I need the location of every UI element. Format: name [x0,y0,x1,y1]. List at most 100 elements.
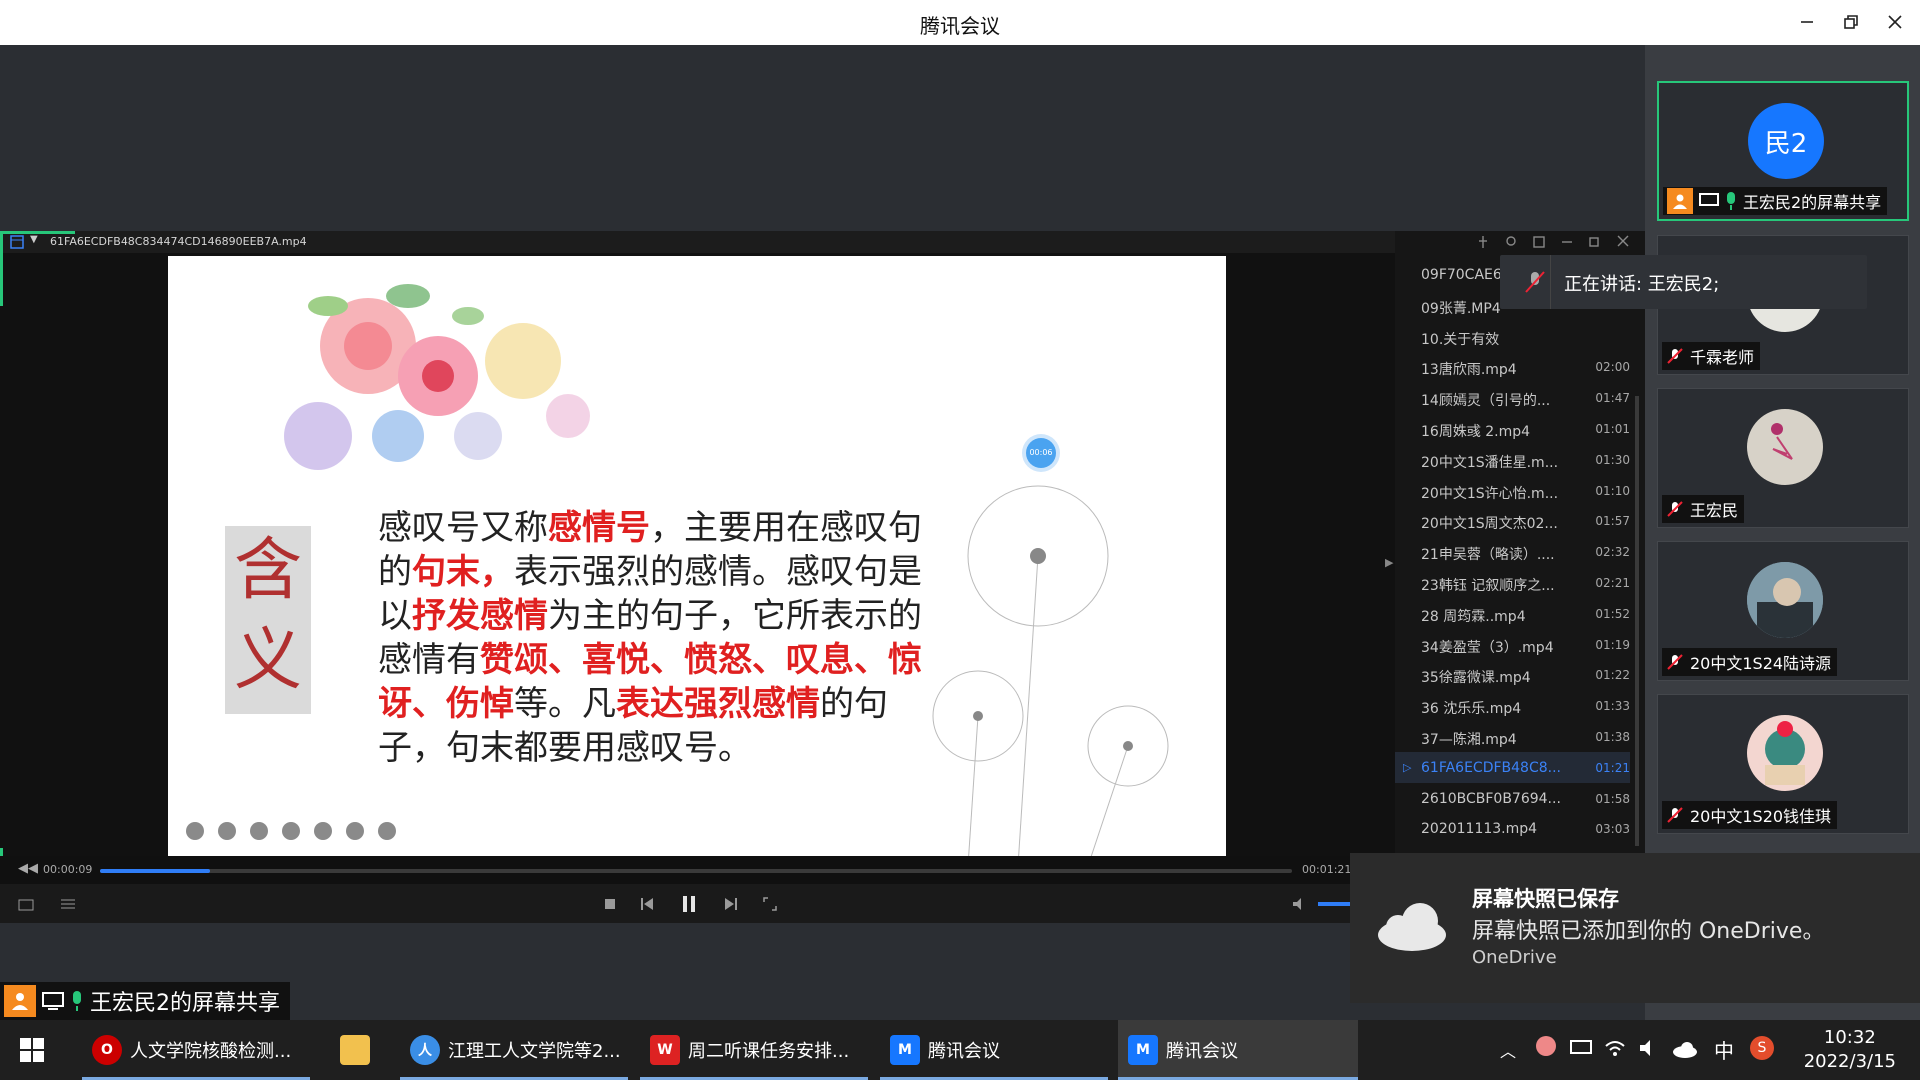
location-icon[interactable] [1505,235,1517,249]
participant-tile[interactable]: 民2 王宏民2的屏幕共享 [1657,81,1909,221]
player-top-bar: ▼ 61FA6ECDFB48C834474CD146890EEB7A.mp4 [0,231,1395,253]
slide-prev-icon[interactable] [186,822,204,840]
subtitle-icon[interactable] [346,822,364,840]
playlist-item-duration: 02:21 [1595,576,1630,590]
window-icon[interactable] [1533,235,1545,249]
mic-off-icon [1667,501,1683,517]
pen-icon[interactable] [250,822,268,840]
playlist-item-duration: 02:00 [1595,360,1630,375]
playlist-item[interactable]: 34姜盈莹（3）.mp4 01:19 [1395,629,1630,660]
previous-button[interactable] [637,894,657,914]
playlist-item[interactable]: 10.关于有效 [1395,321,1630,352]
playlist-scrollbar[interactable] [1635,396,1639,846]
playlist-item[interactable]: ▷ 61FA6ECDFB48C8... 01:21 [1395,751,1630,783]
playlist-item-duration: 02:32 [1595,545,1630,560]
folder-icon[interactable] [16,894,36,914]
timer-badge[interactable]: 00:06 [1026,438,1056,468]
playlist-item[interactable]: 20中文1S周文杰02... 01:57 [1395,505,1630,536]
playlist-item[interactable]: 36 沈乐乐.mp4 01:33 [1395,690,1630,721]
mic-on-icon [73,991,81,1011]
clock[interactable]: 10:32 2022/3/15 [1804,1026,1896,1074]
playlist-item-name: 28 周筠霖..mp4 [1421,608,1526,625]
playlist-item[interactable]: 20中文1S许心怡.m... 01:10 [1395,475,1630,506]
slide-text-segment: 等。凡 [514,684,616,724]
playlist-item[interactable]: 28 周筠霖..mp4 01:52 [1395,598,1630,629]
restore-button[interactable] [1836,8,1866,36]
next-button[interactable] [721,894,741,914]
taskbar-item-explorer[interactable] [330,1020,390,1080]
playlist-item[interactable]: 13唐欣雨.mp4 02:00 [1395,351,1630,382]
zoom-icon[interactable] [282,822,300,840]
playlist-item-name: 20中文1S周文杰02... [1421,516,1558,533]
chevron-up-icon[interactable]: ︿ [1500,1038,1516,1062]
playlist-item[interactable]: 14顾嫣灵（引号的... 01:47 [1395,382,1630,413]
player-restore-icon[interactable] [1589,235,1601,249]
playlist-top-bar [1395,231,1645,253]
person-icon [4,985,36,1017]
mic-off-icon [1667,654,1683,670]
fullscreen-button[interactable] [760,894,780,914]
taskbar-item-wps[interactable]: W 周二听课任务安排... [640,1020,868,1080]
taskbar-item-meeting-1[interactable]: M 腾讯会议 [880,1020,1108,1080]
progress-row: ◀◀ 00:00:09 00:01:21 ▶▶ [0,856,1395,884]
playlist-item[interactable]: 16周姝彧 2.mp4 01:01 [1395,413,1630,444]
playlist-item[interactable]: 21申吴蓉（略读）.... 02:32 [1395,536,1630,567]
progress-fill [100,869,210,873]
slide-next-icon[interactable] [218,822,236,840]
playlist-item[interactable]: 202011113.mp4 03:03 [1395,813,1630,844]
app-tray-icon[interactable] [1536,1036,1556,1056]
close-button[interactable] [1880,8,1910,36]
total-time: 00:01:21 [1302,863,1352,876]
playlist-item-duration: 03:03 [1595,822,1630,837]
tencent-meeting-icon: M [890,1035,920,1065]
playlist-item-name: 21申吴蓉（略读）.... [1421,547,1555,564]
progress-bar[interactable] [100,869,1292,873]
playlist-item-duration: 01:58 [1595,791,1630,806]
settings-icon[interactable] [58,894,78,914]
playlist-item-name: 16周姝彧 2.mp4 [1421,424,1531,440]
playlist-item[interactable]: 20中文1S潘佳星.m... 01:30 [1395,444,1630,475]
minimize-button[interactable] [1792,8,1822,36]
volume-icon[interactable] [1638,1038,1660,1058]
more-icon[interactable] [378,822,396,840]
playlist-item[interactable]: 23韩钰 记叙顺序之... 02:21 [1395,567,1630,598]
player-minimize-icon[interactable] [1561,235,1573,249]
slide-text-segment: 抒发感情 [412,596,548,636]
playlist-item[interactable]: 37—陈湘.mp4 01:38 [1395,721,1630,752]
person-icon [1667,188,1693,214]
chevron-down-icon[interactable]: ▼ [30,234,38,245]
speaking-text: 正在讲话: 王宏民2; [1564,274,1720,295]
video-frame[interactable]: 含 义 感叹号又称感情号，主要用在感叹句的句末，表示强烈的感情。感叹句是以抒发感… [168,256,1226,856]
player-close-icon[interactable] [1617,235,1629,249]
taskbar-item-meeting-2[interactable]: M 腾讯会议 [1118,1020,1358,1080]
taskbar-item-browser[interactable]: O 人文学院核酸检测... [82,1020,310,1080]
participant-tile[interactable]: 20中文1S20钱佳琪 [1657,694,1909,834]
taskbar-item-contacts[interactable]: 人 江理工人文学院等2... [400,1020,628,1080]
wifi-icon[interactable] [1604,1038,1626,1058]
playlist-item-name: 36 沈乐乐.mp4 [1421,701,1522,718]
pause-button[interactable] [679,894,699,914]
participant-tile[interactable]: 王宏民 [1657,388,1909,528]
battery-icon[interactable] [1570,1040,1592,1054]
playlist-item[interactable]: 2610BCBF0B7694... 01:58 [1395,783,1630,814]
collapse-arrow-icon[interactable]: ▶ [1385,556,1393,569]
playlist-item-duration: 01:47 [1595,391,1630,406]
playlist-item-name: 61FA6ECDFB48C8... [1421,759,1561,776]
mic-off-icon [1667,348,1683,364]
playlist-item[interactable]: 35徐露微课.mp4 01:22 [1395,659,1630,690]
sogou-icon[interactable]: S [1750,1036,1774,1060]
slide-text-segment: 句末， [412,552,514,592]
volume-icon[interactable] [1290,894,1310,914]
window-title: 腾讯会议 [920,14,1000,38]
participant-tile[interactable]: 20中文1S24陆诗源 [1657,541,1909,681]
camera-icon[interactable] [314,822,332,840]
pin-icon[interactable] [1477,235,1489,249]
playlist-menu-icon[interactable] [10,235,24,249]
ime-indicator[interactable]: 中 [1714,1035,1734,1064]
onedrive-icon[interactable] [1672,1040,1698,1058]
windows-start-icon[interactable] [20,1038,44,1062]
participant-label: 王宏民 [1662,495,1745,523]
rewind-icon[interactable]: ◀◀ [18,861,38,876]
onedrive-notification[interactable]: 屏幕快照已保存 屏幕快照已添加到你的 OneDrive。 OneDrive [1350,853,1920,1003]
stop-button[interactable] [600,894,620,914]
